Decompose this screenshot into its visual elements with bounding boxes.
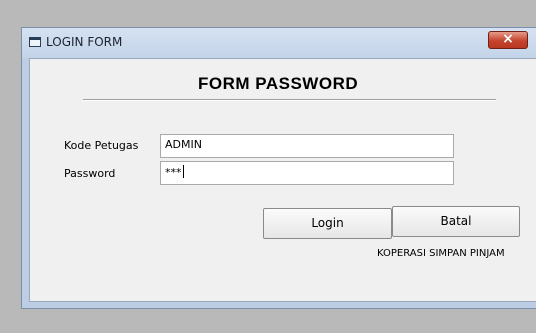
title-bar[interactable]: LOGIN FORM × xyxy=(22,28,536,58)
password-label: Password xyxy=(64,167,116,180)
kode-petugas-label: Kode Petugas xyxy=(64,139,139,152)
form-body: FORM PASSWORD Kode Petugas ADMIN Passwor… xyxy=(29,58,536,302)
text-caret xyxy=(182,165,184,178)
close-icon: × xyxy=(502,31,514,47)
window-title: LOGIN FORM xyxy=(46,35,123,49)
login-window: LOGIN FORM × FORM PASSWORD Kode Petugas … xyxy=(21,27,536,309)
kode-petugas-input[interactable]: ADMIN xyxy=(160,134,454,158)
batal-button[interactable]: Batal xyxy=(392,206,520,237)
password-input[interactable]: *** xyxy=(160,161,454,185)
password-value: *** xyxy=(165,166,182,179)
login-button[interactable]: Login xyxy=(263,208,392,239)
kode-petugas-value: ADMIN xyxy=(165,138,202,151)
window-icon xyxy=(29,37,41,47)
footer-text: KOPERASI SIMPAN PINJAM xyxy=(377,248,505,259)
heading-divider xyxy=(83,99,496,101)
close-button[interactable]: × xyxy=(488,31,528,49)
form-heading: FORM PASSWORD xyxy=(198,74,359,93)
